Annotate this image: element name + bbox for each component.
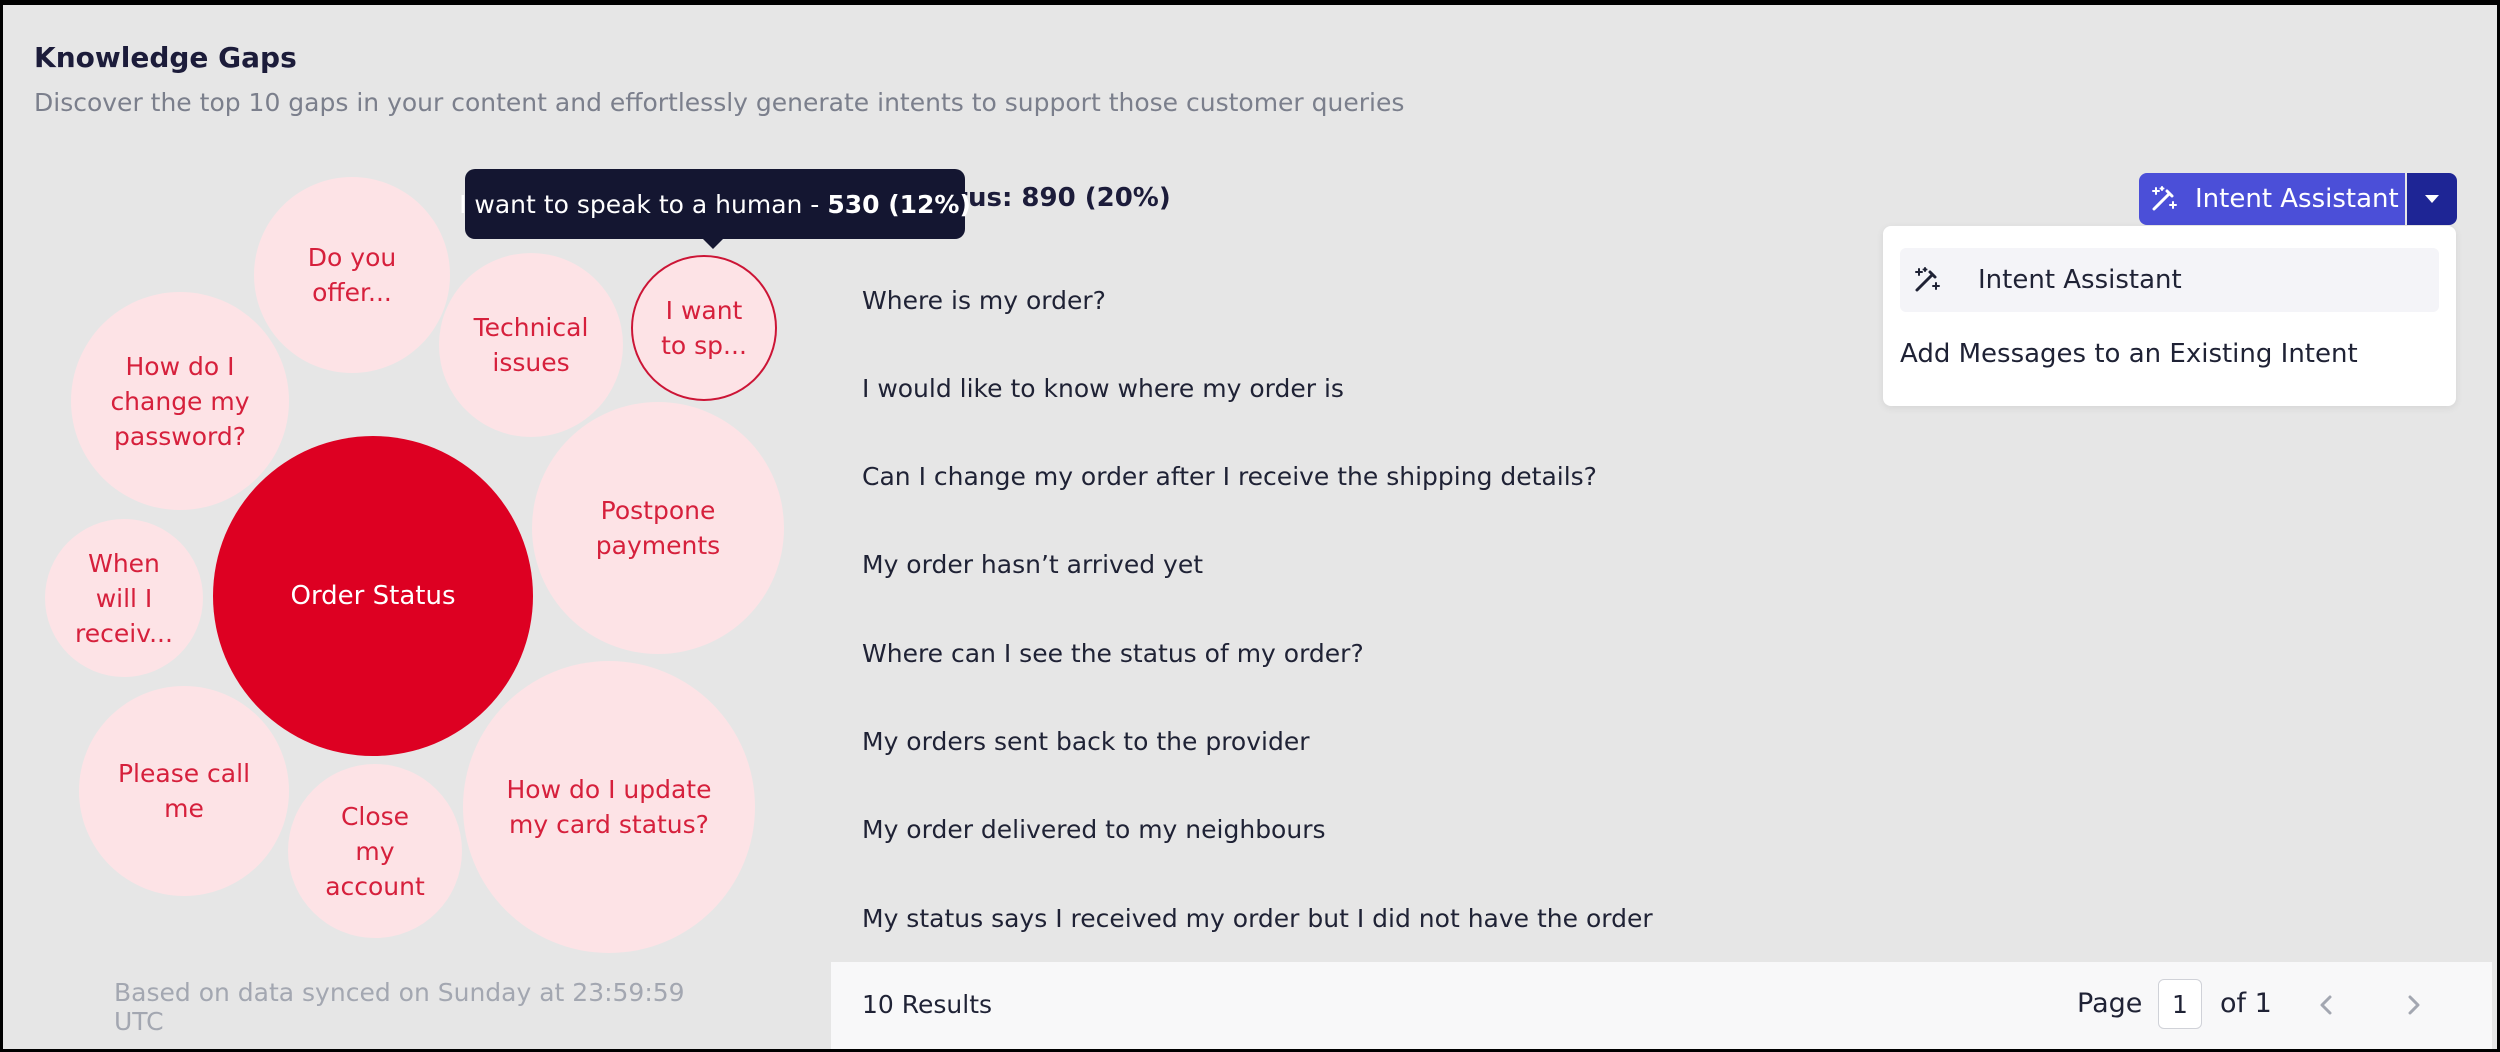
bubble-label: How do I change my password? — [110, 351, 250, 451]
message-item: My orders sent back to the provider — [862, 727, 1310, 756]
selected-gap-heading: atus: 890 (20%) — [938, 183, 1171, 213]
bubble-label: Please call me — [117, 759, 251, 823]
menu-item-intent-assistant[interactable]: Intent Assistant — [1900, 248, 2439, 312]
bubble-when-will-i-receive[interactable]: When will I receiv... — [45, 519, 203, 677]
chevron-right-icon — [2408, 995, 2420, 1015]
bubble-postpone-payments[interactable]: Postpone payments — [532, 402, 784, 654]
menu-item-add-messages[interactable]: Add Messages to an Existing Intent — [1900, 322, 2439, 386]
intent-dropdown-menu: Intent Assistant Add Messages to an Exis… — [1883, 226, 2456, 406]
bubble-label: How do I update my card status? — [506, 775, 712, 839]
message-item: Can I change my order after I receive th… — [862, 462, 1597, 491]
bubble-close-my-account[interactable]: Close my account — [288, 764, 462, 938]
bubble-label: Postpone payments — [595, 496, 721, 560]
intent-assistant-label: Intent Assistant — [2195, 184, 2399, 214]
previous-page-button[interactable] — [2307, 985, 2347, 1025]
bubble-label: Close my account — [325, 801, 425, 901]
bubble-technical-issues[interactable]: Technical issues — [439, 253, 623, 437]
message-item: Where is my order? — [862, 286, 1106, 315]
bubble-label: Technical issues — [473, 313, 589, 377]
bubble-label: When will I receiv... — [75, 548, 173, 648]
magic-wand-icon — [1912, 265, 1942, 295]
message-item: My order delivered to my neighbours — [862, 815, 1326, 844]
message-item: My order hasn’t arrived yet — [862, 550, 1204, 579]
menu-item-label: Intent Assistant — [1978, 265, 2182, 295]
menu-item-label: Add Messages to an Existing Intent — [1900, 339, 2358, 369]
chevron-left-icon — [2320, 995, 2332, 1015]
tooltip-label: I want to speak to a human - — [459, 189, 820, 219]
page-total: of 1 — [2220, 988, 2272, 1019]
bubble-do-you-offer[interactable]: Do you offer... — [254, 177, 450, 373]
bubble-order-status[interactable]: Order Status — [213, 436, 533, 756]
bubble-label: I want to sp... — [661, 296, 747, 360]
bubble-label: Order Status — [290, 580, 456, 611]
message-item: My status says I received my order but I… — [862, 904, 1653, 933]
data-synced-note: Based on data synced on Sunday at 23:59:… — [114, 978, 685, 1036]
bubble-please-call-me[interactable]: Please call me — [79, 686, 289, 896]
results-count: 10 Results — [862, 990, 993, 1019]
tooltip-arrow — [703, 239, 723, 249]
bubble-tooltip: I want to speak to a human - 530 (12%) — [459, 169, 971, 239]
page-title: Knowledge Gaps — [34, 41, 297, 74]
bubble-speak-to-human[interactable]: I want to sp... — [631, 255, 777, 401]
message-item: I would like to know where my order is — [862, 374, 1344, 403]
magic-wand-icon — [2149, 184, 2179, 214]
page-number-input[interactable]: 1 — [2158, 979, 2202, 1029]
next-page-button[interactable] — [2393, 985, 2433, 1025]
window-frame: Knowledge Gaps Discover the top 10 gaps … — [0, 0, 2500, 1052]
caret-down-icon — [2425, 195, 2439, 203]
tooltip-count: 530 (12%) — [827, 189, 971, 219]
bubble-change-password[interactable]: How do I change my password? — [71, 292, 289, 510]
bubble-label: Do you offer... — [307, 243, 397, 307]
intent-assistant-button[interactable]: Intent Assistant — [2139, 173, 2405, 225]
page-subtitle: Discover the top 10 gaps in your content… — [34, 88, 1405, 117]
message-item: Where can I see the status of my order? — [862, 639, 1364, 668]
page-label: Page — [2077, 988, 2143, 1019]
intent-assistant-dropdown-toggle[interactable] — [2407, 173, 2457, 225]
bubble-update-card-status[interactable]: How do I update my card status? — [463, 661, 755, 953]
